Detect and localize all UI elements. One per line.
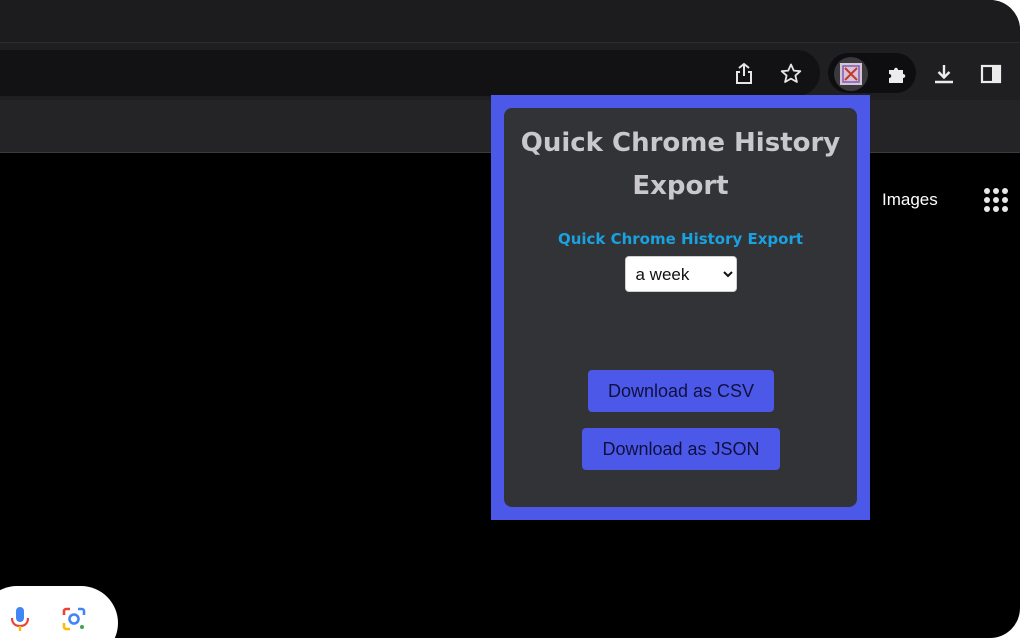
voice-search-icon[interactable]: [8, 605, 32, 633]
share-icon[interactable]: [729, 59, 759, 89]
popup-title: Quick Chrome History Export: [520, 128, 841, 201]
puzzle-extensions-icon[interactable]: [882, 59, 912, 89]
browser-window: Images Quick Chrome History Export Quick…: [0, 0, 1020, 638]
bookmark-star-icon[interactable]: [776, 59, 806, 89]
popup-subtitle: Quick Chrome History Export: [557, 230, 804, 248]
download-icon[interactable]: [929, 59, 959, 89]
extension-popup: Quick Chrome History Export Quick Chrome…: [491, 95, 870, 520]
tab-strip: [0, 0, 1020, 42]
popup-content: Quick Chrome History Export Quick Chrome…: [504, 108, 857, 507]
images-link[interactable]: Images: [882, 190, 938, 210]
google-apps-icon[interactable]: [984, 188, 1010, 214]
download-json-button[interactable]: Download as JSON: [582, 428, 780, 470]
address-bar[interactable]: [0, 50, 820, 96]
lens-search-icon[interactable]: [61, 606, 87, 632]
extension-history-export-icon[interactable]: [834, 57, 868, 91]
side-panel-icon[interactable]: [976, 59, 1006, 89]
download-csv-button[interactable]: Download as CSV: [588, 370, 774, 412]
time-range-select[interactable]: a week: [624, 256, 737, 292]
